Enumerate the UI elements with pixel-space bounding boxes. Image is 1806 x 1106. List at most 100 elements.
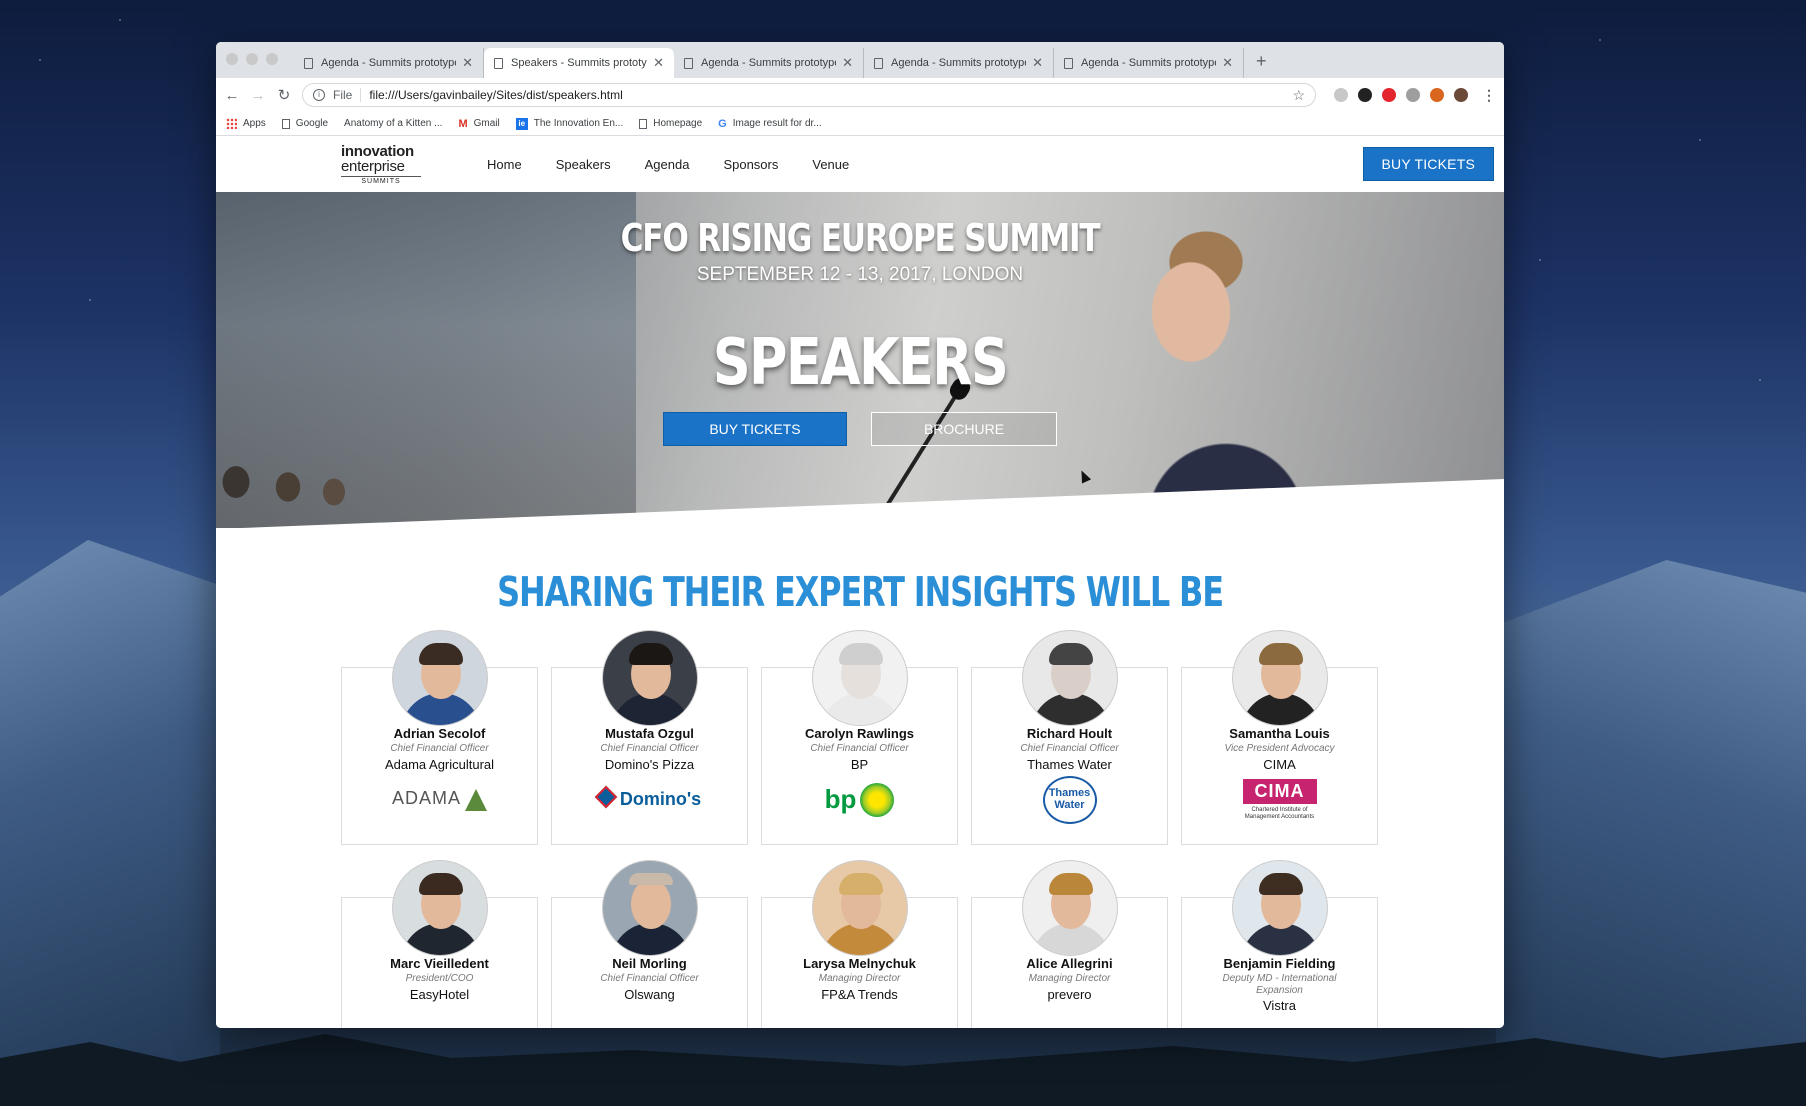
speaker-card[interactable]: Larysa Melnychuk Managing Director FP&A … bbox=[761, 860, 958, 1028]
buy-tickets-header-button[interactable]: BUY TICKETS bbox=[1362, 147, 1494, 181]
desktop-mountains-right bbox=[1496, 560, 1806, 1106]
event-date: SEPTEMBER 12 - 13, 2017, LONDON bbox=[696, 264, 1024, 285]
bp-helios-icon bbox=[860, 782, 895, 817]
bookmark-label: The Innovation En... bbox=[533, 118, 624, 129]
forward-arrow-icon[interactable]: → bbox=[250, 87, 266, 104]
logo-line: SUMMITS bbox=[341, 175, 421, 185]
speaker-photo bbox=[1021, 860, 1118, 956]
bookmark-gmail[interactable]: M Gmail bbox=[458, 118, 499, 130]
extension-icon[interactable] bbox=[1334, 88, 1348, 102]
speaker-company: prevero bbox=[1047, 986, 1092, 1002]
speaker-card[interactable]: Benjamin Fielding Deputy MD - Internatio… bbox=[1181, 860, 1378, 1028]
close-tab-icon[interactable]: ✕ bbox=[462, 55, 473, 71]
bookmark-innovation[interactable]: ie The Innovation En... bbox=[515, 117, 624, 130]
bookmark-label: Anatomy of a Kitten ... bbox=[344, 118, 443, 129]
bookmark-anatomy[interactable]: Anatomy of a Kitten ... bbox=[344, 118, 442, 129]
bookmark-image-result[interactable]: G Image result for dr... bbox=[718, 118, 822, 130]
close-window-button[interactable] bbox=[226, 53, 238, 65]
speaker-card[interactable]: Adrian Secolof Chief Financial Officer A… bbox=[341, 630, 538, 845]
document-icon bbox=[684, 57, 693, 69]
ie-icon: ie bbox=[515, 117, 528, 130]
browser-tab[interactable]: Agenda - Summits prototype ✕ bbox=[1054, 48, 1244, 78]
close-tab-icon[interactable]: ✕ bbox=[1032, 55, 1043, 71]
extension-icon[interactable] bbox=[1358, 88, 1372, 102]
site-logo[interactable]: innovation enterprise SUMMITS bbox=[341, 144, 421, 185]
bookmark-star-icon[interactable]: ☆ bbox=[1292, 87, 1305, 104]
company-logo-dominos: Domino's bbox=[552, 780, 747, 820]
speaker-photo bbox=[811, 860, 908, 956]
logo-text: Domino's bbox=[619, 789, 702, 809]
speakers-section: SHARING THEIR EXPERT INSIGHTS WILL BE Ad… bbox=[216, 528, 1504, 1028]
back-arrow-icon[interactable]: ← bbox=[224, 87, 240, 104]
url-scheme-label: File bbox=[333, 88, 362, 102]
bookmark-label: Google bbox=[295, 118, 329, 129]
speaker-company: Olswang bbox=[624, 986, 675, 1002]
hero-banner: CFO RISING EUROPE SUMMIT SEPTEMBER 12 - … bbox=[216, 192, 1504, 528]
dominos-tile-icon bbox=[594, 785, 618, 809]
hero-buttons: BUY TICKETS BROCHURE bbox=[216, 412, 1504, 446]
nav-link-sponsors[interactable]: Sponsors bbox=[723, 157, 778, 172]
new-tab-button[interactable]: + bbox=[1244, 51, 1279, 78]
speaker-grid: Adrian Secolof Chief Financial Officer A… bbox=[341, 630, 1379, 1028]
nav-link-home[interactable]: Home bbox=[487, 157, 522, 172]
close-tab-icon[interactable]: ✕ bbox=[842, 55, 853, 71]
speaker-role: Managing Director bbox=[1028, 973, 1111, 984]
speaker-company: Vistra bbox=[1263, 998, 1296, 1013]
profile-avatar-icon[interactable] bbox=[1454, 88, 1468, 102]
recycle-icon[interactable] bbox=[1406, 88, 1420, 102]
address-bar[interactable]: i File file:///Users/gavinbailey/Sites/d… bbox=[302, 83, 1316, 107]
speaker-card[interactable]: Samantha Louis Vice President Advocacy C… bbox=[1181, 630, 1378, 845]
speaker-card[interactable]: Neil Morling Chief Financial Officer Ols… bbox=[551, 860, 748, 1028]
browser-tab[interactable]: Agenda - Summits prototype ✕ bbox=[674, 48, 864, 78]
info-icon[interactable]: i bbox=[313, 89, 325, 101]
speaker-company: FP&A Trends bbox=[821, 986, 898, 1002]
close-tab-icon[interactable]: ✕ bbox=[1222, 55, 1233, 71]
browser-tab[interactable]: Agenda - Summits prototype ✕ bbox=[294, 48, 484, 78]
speaker-card[interactable]: Carolyn Rawlings Chief Financial Officer… bbox=[761, 630, 958, 845]
more-menu-icon[interactable]: ⋮ bbox=[1478, 87, 1496, 104]
speaker-company: Domino's Pizza bbox=[604, 756, 695, 772]
speaker-name: Marc Vieilledent bbox=[390, 956, 489, 971]
bookmark-homepage[interactable]: Homepage bbox=[639, 118, 702, 129]
speaker-photo bbox=[811, 630, 908, 726]
speaker-card[interactable]: Marc Vieilledent President/COO EasyHotel bbox=[341, 860, 538, 1028]
reload-icon[interactable]: ↻ bbox=[276, 86, 292, 104]
url-text[interactable]: file:///Users/gavinbailey/Sites/dist/spe… bbox=[369, 88, 1284, 102]
close-tab-icon[interactable]: ✕ bbox=[653, 55, 664, 71]
minimize-window-button[interactable] bbox=[246, 53, 258, 65]
speaker-name: Larysa Melnychuk bbox=[803, 956, 916, 971]
buy-tickets-button[interactable]: BUY TICKETS bbox=[663, 412, 847, 446]
tab-title: Agenda - Summits prototype bbox=[1081, 57, 1217, 69]
opera-icon[interactable] bbox=[1382, 88, 1396, 102]
tab-title: Agenda - Summits prototype bbox=[891, 57, 1027, 69]
speaker-card[interactable]: Richard Hoult Chief Financial Officer Th… bbox=[971, 630, 1168, 845]
tab-title: Agenda - Summits prototype bbox=[701, 57, 837, 69]
brochure-button[interactable]: BROCHURE bbox=[871, 412, 1057, 446]
speaker-name: Benjamin Fielding bbox=[1223, 956, 1336, 971]
site-header: innovation enterprise SUMMITS Home Speak… bbox=[216, 136, 1504, 192]
speaker-name: Neil Morling bbox=[612, 956, 687, 971]
document-icon bbox=[304, 57, 313, 69]
main-nav: Home Speakers Agenda Sponsors Venue bbox=[487, 157, 849, 172]
speaker-card[interactable]: Mustafa Ozgul Chief Financial Officer Do… bbox=[551, 630, 748, 845]
bookmark-apps[interactable]: Apps bbox=[226, 118, 266, 129]
speaker-photo bbox=[1231, 860, 1328, 956]
browser-tab-active[interactable]: Speakers - Summits prototype ✕ bbox=[484, 48, 674, 78]
nav-link-speakers[interactable]: Speakers bbox=[556, 157, 611, 172]
nav-link-agenda[interactable]: Agenda bbox=[645, 157, 690, 172]
page-title: SPEAKERS bbox=[712, 326, 1009, 400]
speaker-card[interactable]: Alice Allegrini Managing Director prever… bbox=[971, 860, 1168, 1028]
adama-triangle-icon bbox=[465, 788, 487, 811]
speaker-photo bbox=[391, 860, 488, 956]
extension-icon[interactable] bbox=[1430, 88, 1444, 102]
browser-tab[interactable]: Agenda - Summits prototype ✕ bbox=[864, 48, 1054, 78]
bookmark-google[interactable]: Google bbox=[281, 118, 329, 129]
bookmarks-bar: Apps Google Anatomy of a Kitten ... M Gm… bbox=[216, 112, 1504, 136]
desktop-mountains-left bbox=[0, 540, 220, 1106]
maximize-window-button[interactable] bbox=[266, 53, 278, 65]
nav-link-venue[interactable]: Venue bbox=[812, 157, 849, 172]
speaker-name: Alice Allegrini bbox=[1026, 956, 1113, 971]
company-logo-adama: ADAMA bbox=[342, 780, 537, 820]
speaker-name: Richard Hoult bbox=[1026, 726, 1113, 741]
speaker-company: EasyHotel bbox=[409, 986, 470, 1002]
